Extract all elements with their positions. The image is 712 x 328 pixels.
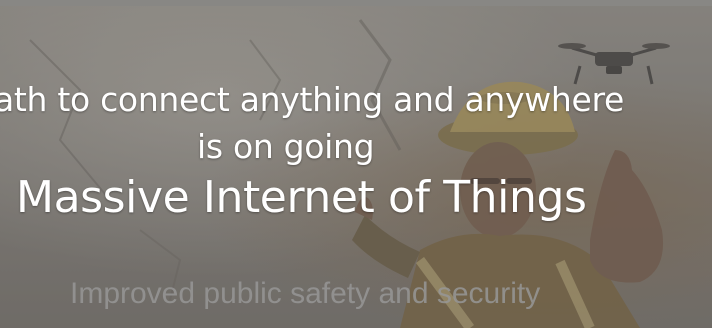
slide-title: Massive Internet of Things	[16, 172, 587, 223]
slide: ath to connect anything and anywhere is …	[0, 0, 712, 328]
slide-subtitle: Improved public safety and security	[70, 277, 541, 310]
headline-line-1: ath to connect anything and anywhere	[0, 80, 625, 119]
headline-line-2: is on going	[197, 127, 375, 166]
